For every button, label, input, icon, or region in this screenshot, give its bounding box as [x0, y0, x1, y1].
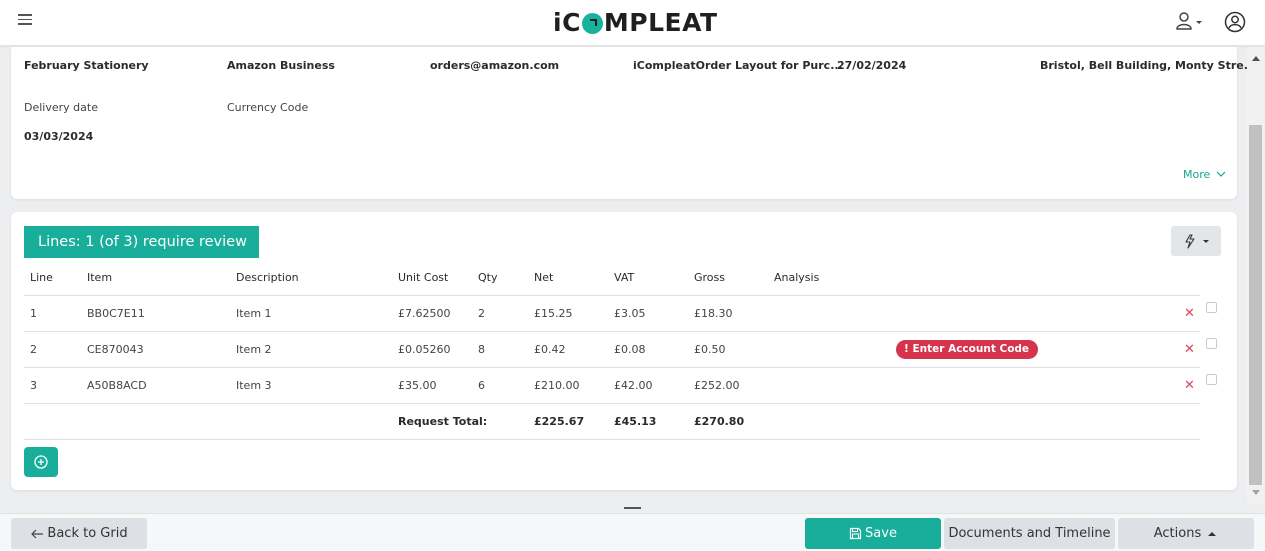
cell-line: 3 — [30, 379, 37, 392]
logo-o-mark-icon — [581, 13, 603, 34]
save-label: Save — [865, 526, 897, 541]
cell-unit-cost: £35.00 — [398, 379, 437, 392]
cell-net: £210.00 — [534, 379, 580, 392]
total-net: £225.67 — [534, 415, 585, 428]
logo-text-end: MPLEAT — [603, 8, 718, 37]
line-actions-dropdown-button[interactable] — [1171, 226, 1221, 256]
cell-qty: 2 — [478, 307, 485, 320]
header-value-date: 27/02/2024 — [837, 59, 907, 72]
top-bar: iC MPLEAT — [0, 0, 1265, 46]
user-icon — [1176, 12, 1202, 30]
cell-gross: £0.50 — [694, 343, 726, 356]
column-header-gross: Gross — [694, 271, 725, 284]
more-link[interactable]: More — [1183, 168, 1226, 181]
save-button[interactable]: Save — [805, 518, 941, 549]
delete-line-icon[interactable]: ✕ — [1184, 379, 1195, 392]
cell-unit-cost: £0.05260 — [398, 343, 451, 356]
app-logo[interactable]: iC MPLEAT — [553, 8, 718, 37]
cell-vat: £3.05 — [614, 307, 646, 320]
arrow-left-icon — [31, 529, 44, 538]
delete-line-icon[interactable]: ✕ — [1184, 307, 1195, 320]
cell-line: 1 — [30, 307, 37, 320]
total-vat: £45.13 — [614, 415, 657, 428]
documents-and-timeline-button[interactable]: Documents and Timeline — [944, 518, 1115, 549]
user-menu-button[interactable] — [1175, 11, 1205, 33]
column-header-description: Description — [236, 271, 299, 284]
scroll-up-arrow-icon[interactable] — [1252, 56, 1260, 61]
request-header-card: February Stationery Amazon Business orde… — [11, 47, 1256, 199]
vertical-scrollbar[interactable] — [1247, 47, 1264, 503]
header-value-email: orders@amazon.com — [430, 59, 560, 72]
header-value-supplier: Amazon Business — [227, 59, 335, 72]
cell-qty: 8 — [478, 343, 485, 356]
cell-gross: £252.00 — [694, 379, 740, 392]
table-divider — [24, 439, 1200, 440]
total-gross: £270.80 — [694, 415, 745, 428]
cell-description: Item 2 — [236, 343, 272, 356]
column-header-unit-cost: Unit Cost — [398, 271, 449, 284]
scrollbar-thumb[interactable] — [1249, 125, 1262, 485]
line-select-checkbox[interactable] — [1206, 374, 1217, 385]
header-value-layout: iCompleatOrder Layout for Purc... — [633, 59, 843, 72]
plus-circle-icon — [34, 455, 48, 469]
lines-card: Lines: 1 (of 3) require review Line Item… — [11, 212, 1237, 490]
cell-description: Item 1 — [236, 307, 272, 320]
column-header-item: Item — [87, 271, 113, 284]
table-divider — [24, 331, 1200, 332]
table-divider — [24, 403, 1200, 404]
currency-code-label: Currency Code — [227, 101, 309, 114]
account-circle-icon[interactable] — [1224, 11, 1246, 33]
caret-up-icon — [1208, 531, 1217, 536]
cell-line: 2 — [30, 343, 37, 356]
documents-and-timeline-label: Documents and Timeline — [948, 526, 1111, 541]
delivery-date-label: Delivery date — [24, 101, 98, 114]
actions-label: Actions — [1153, 526, 1202, 541]
back-to-grid-button[interactable]: Back to Grid — [11, 518, 147, 549]
column-header-qty: Qty — [478, 271, 498, 284]
cell-item: CE870043 — [87, 343, 144, 356]
cell-gross: £18.30 — [694, 307, 733, 320]
cell-item: BB0C7E11 — [87, 307, 145, 320]
account-code-warning-label: Enter Account Code — [912, 343, 1030, 355]
cell-vat: £42.00 — [614, 379, 653, 392]
line-select-checkbox[interactable] — [1206, 338, 1217, 349]
column-header-vat: VAT — [614, 271, 635, 284]
cell-net: £15.25 — [534, 307, 573, 320]
table-divider — [24, 295, 1200, 296]
footer-bar: Back to Grid Save Documents and Timeline… — [0, 513, 1265, 551]
back-to-grid-label: Back to Grid — [47, 526, 128, 541]
line-select-checkbox[interactable] — [1206, 302, 1217, 313]
delivery-date-value: 03/03/2024 — [24, 130, 94, 143]
resize-handle[interactable] — [624, 507, 641, 509]
column-header-net: Net — [534, 271, 554, 284]
enter-account-code-badge[interactable]: ! Enter Account Code — [896, 340, 1039, 359]
cell-description: Item 3 — [236, 379, 272, 392]
cell-qty: 6 — [478, 379, 485, 392]
header-value-address: Bristol, Bell Building, Monty Stre... — [1040, 59, 1257, 72]
hamburger-menu-icon[interactable] — [18, 14, 32, 28]
column-header-analysis: Analysis — [774, 271, 820, 284]
delete-line-icon[interactable]: ✕ — [1184, 343, 1195, 356]
header-value-description: February Stationery — [24, 59, 149, 72]
lightning-icon — [1185, 234, 1209, 249]
actions-dropdown-button[interactable]: Actions — [1118, 518, 1254, 549]
more-label: More — [1183, 168, 1211, 181]
table-divider — [24, 367, 1200, 368]
chevron-down-icon — [1216, 171, 1226, 177]
add-line-button[interactable] — [24, 447, 58, 477]
logo-text-start: iC — [553, 8, 581, 37]
cell-vat: £0.08 — [614, 343, 646, 356]
cell-item: A50B8ACD — [87, 379, 147, 392]
cell-net: £0.42 — [534, 343, 566, 356]
request-total-label: Request Total: — [398, 415, 488, 428]
column-header-line: Line — [30, 271, 53, 284]
lines-review-banner: Lines: 1 (of 3) require review — [24, 226, 259, 258]
floppy-disk-icon — [849, 527, 862, 540]
cell-unit-cost: £7.62500 — [398, 307, 451, 320]
scroll-down-arrow-icon[interactable] — [1252, 490, 1260, 495]
